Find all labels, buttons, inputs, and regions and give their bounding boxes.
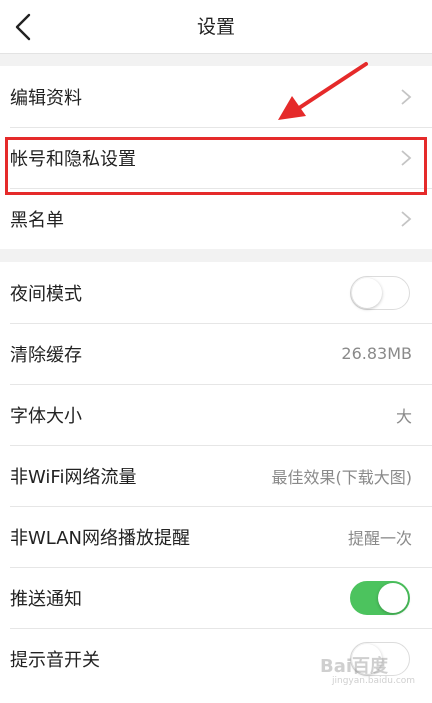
sound-switch-toggle[interactable] [350,641,410,676]
clear-cache-item[interactable]: 清除缓存 26.83MB [0,323,432,384]
item-label: 清除缓存 [10,344,82,366]
night-mode-item: 夜间模式 [0,262,432,323]
toggle-knob [352,643,382,674]
item-label: 黑名单 [10,209,64,231]
cache-size-value: 26.83MB [341,344,412,363]
push-notification-item: 推送通知 [0,567,432,628]
page-title: 设置 [196,16,235,38]
item-label: 非WLAN网络播放提醒 [10,527,191,549]
toggle-knob [352,277,382,308]
chevron-right-icon [400,149,412,167]
item-label: 提示音开关 [10,649,100,671]
item-label: 夜间模式 [10,283,82,305]
settings-group-account: 编辑资料 帐号和隐私设置 黑名单 [0,66,432,249]
item-label: 编辑资料 [10,87,82,109]
navigation-bar: 设置 [0,0,432,54]
chevron-right-icon [400,88,412,106]
non-wifi-traffic-item[interactable]: 非WiFi网络流量 最佳效果(下载大图) [0,445,432,506]
night-mode-toggle[interactable] [350,275,410,310]
settings-group-general: 夜间模式 清除缓存 26.83MB 字体大小 大 非WiFi网络流量 最佳效果(… [0,262,432,703]
play-reminder-value: 提醒一次 [347,528,412,548]
non-wifi-traffic-value: 最佳效果(下载大图) [271,467,413,487]
item-label: 非WiFi网络流量 [10,466,137,488]
blacklist-item[interactable]: 黑名单 [0,188,432,249]
font-size-value: 大 [395,406,412,426]
chevron-right-icon [400,210,412,228]
font-size-item[interactable]: 字体大小 大 [0,384,432,445]
account-privacy-item[interactable]: 帐号和隐私设置 [0,127,432,188]
item-label: 推送通知 [10,588,82,610]
push-notification-toggle[interactable] [350,580,410,615]
non-wlan-play-reminder-item[interactable]: 非WLAN网络播放提醒 提醒一次 [0,506,432,567]
sound-switch-item: 提示音开关 [0,628,432,689]
item-label: 字体大小 [10,405,82,427]
item-label: 帐号和隐私设置 [10,148,136,170]
edit-profile-item[interactable]: 编辑资料 [0,66,432,127]
toggle-knob [378,582,408,613]
